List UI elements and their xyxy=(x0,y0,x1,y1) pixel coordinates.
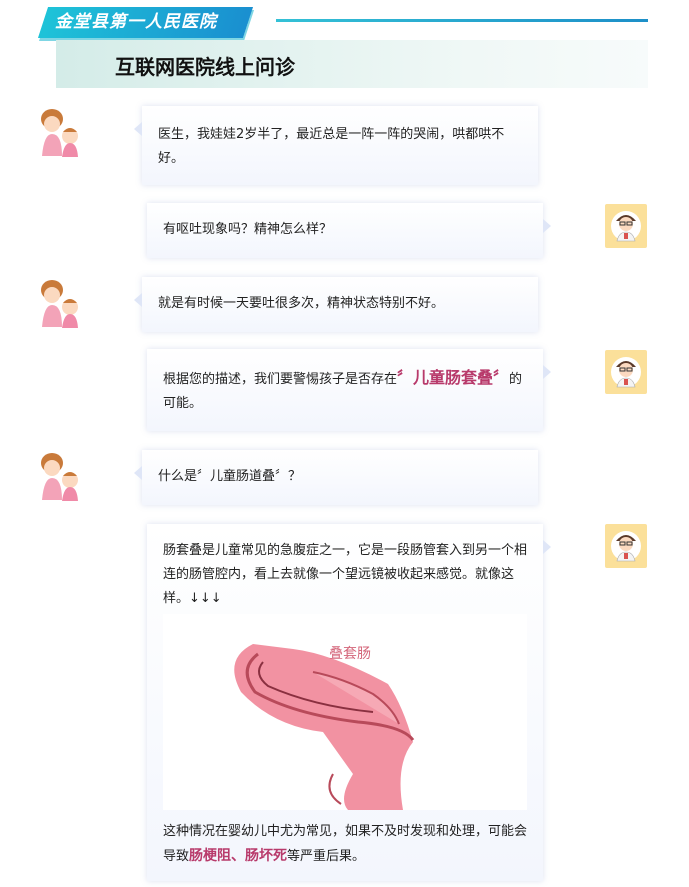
message-text: 医生，我娃娃2岁半了，最近总是一阵一阵的哭闹，哄都哄不好。 xyxy=(158,127,505,166)
chat-bubble-doctor: 肠套叠是儿童常见的急腹症之一，它是一段肠管套入到另一个相连的肠管腔内，看上去就像… xyxy=(147,524,551,881)
chat-bubble-doctor: 有呕吐现象吗？精神怎么样？ xyxy=(147,203,551,258)
illustration-caption: 叠套肠 xyxy=(329,646,371,662)
parent-avatar-icon xyxy=(36,277,86,329)
intussusception-illustration: 叠套肠 xyxy=(163,614,527,810)
message-text-part: 根据您的描述，我们要警惕孩子是否存在 xyxy=(163,372,398,387)
parent-avatar-icon xyxy=(36,106,86,158)
bubble-tail xyxy=(543,219,551,233)
chat-bubble-parent: 就是有时候一天要吐很多次，精神状态特别不好。 xyxy=(134,277,538,332)
bubble-tail xyxy=(134,293,142,307)
bubble-tail xyxy=(543,365,551,379)
message-text: 这种情况在婴幼儿中尤为常见，如果不及时发现和处理，可能会导致肠梗阻、肠坏死等严重… xyxy=(147,820,543,869)
message-text-part: 等严重后果。 xyxy=(287,849,366,864)
bubble-tail xyxy=(134,466,142,480)
page-title: 互联网医院线上问诊 xyxy=(115,55,295,79)
doctor-avatar-icon xyxy=(605,350,647,394)
highlight-keyword: 肠梗阻、肠坏死 xyxy=(189,848,288,864)
chat-bubble-parent: 医生，我娃娃2岁半了，最近总是一阵一阵的哭闹，哄都哄不好。 xyxy=(134,106,538,185)
message-text: 就是有时候一天要吐很多次，精神状态特别不好。 xyxy=(158,296,445,311)
doctor-avatar-icon xyxy=(605,524,647,568)
hospital-name: 金堂县第一人民医院 xyxy=(55,12,217,32)
message-text: 有呕吐现象吗？精神怎么样？ xyxy=(163,222,333,237)
chat-bubble-parent: 什么是〞儿童肠道叠〞？ xyxy=(134,450,538,505)
hospital-name-tag: 金堂县第一人民医院 xyxy=(37,7,254,38)
bubble-tail xyxy=(134,122,142,136)
message-text: 肠套叠是儿童常见的急腹症之一，它是一段肠管套入到另一个相连的肠管腔内，看上去就像… xyxy=(163,543,528,606)
highlight-keyword: 〞儿童肠套叠〞 xyxy=(397,368,510,387)
message-text: 什么是〞儿童肠道叠〞？ xyxy=(158,469,302,484)
title-bar: 互联网医院线上问诊 xyxy=(56,40,648,88)
bubble-tail xyxy=(543,540,551,554)
parent-avatar-icon xyxy=(36,450,86,502)
chat-bubble-doctor: 根据您的描述，我们要警惕孩子是否存在〞儿童肠套叠〞的可能。 xyxy=(147,349,551,431)
doctor-avatar-icon xyxy=(605,204,647,248)
message-text: 根据您的描述，我们要警惕孩子是否存在〞儿童肠套叠〞的可能。 xyxy=(147,349,543,416)
header-divider xyxy=(276,19,648,22)
